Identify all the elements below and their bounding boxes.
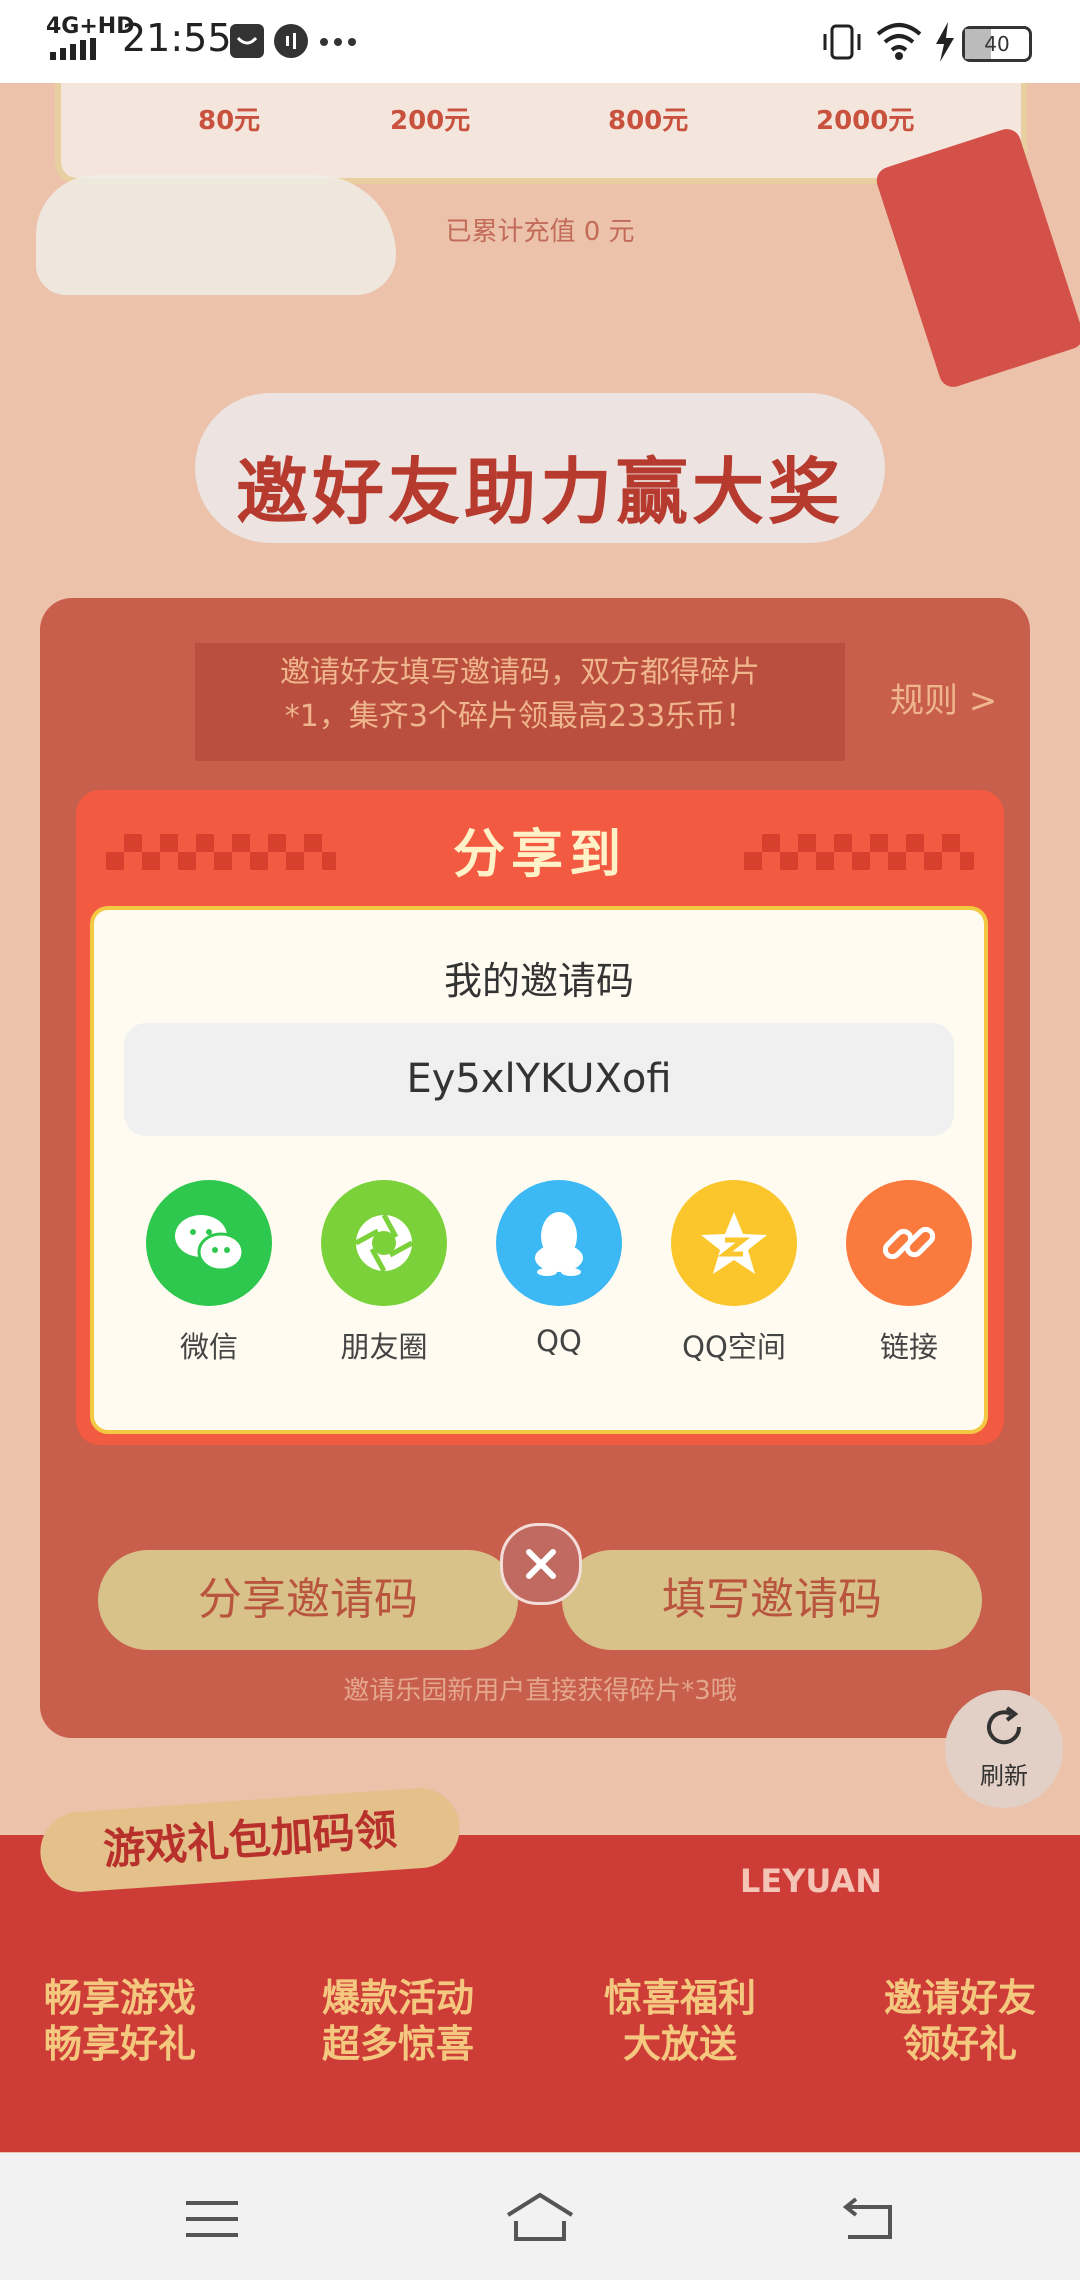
share-dialog: 分享到 我的邀请码 Ey5xlYKUXofi 微信 朋友圈 QQ QQ空间 链接 — [76, 790, 1004, 1445]
vibrate-icon — [823, 24, 861, 60]
audio-icon — [274, 24, 308, 58]
notification-icon — [230, 24, 264, 58]
wechat-icon — [146, 1180, 272, 1306]
share-label: QQ — [536, 1324, 582, 1358]
clock: 21:55 — [122, 16, 232, 60]
status-bar: 4G+HD 21:55 40 — [0, 0, 1080, 83]
home-icon[interactable] — [504, 2191, 576, 2243]
share-qzone-button[interactable]: QQ空间 — [669, 1180, 799, 1366]
battery-icon: 40 — [962, 26, 1032, 62]
signal-icon — [50, 38, 96, 60]
charging-icon — [936, 22, 954, 62]
share-label: 朋友圈 — [340, 1330, 428, 1364]
share-label: QQ空间 — [682, 1330, 786, 1364]
link-icon — [846, 1180, 972, 1306]
menu-icon[interactable] — [186, 2199, 238, 2239]
qq-icon — [496, 1180, 622, 1306]
wifi-icon — [876, 23, 922, 60]
share-label: 链接 — [879, 1330, 938, 1364]
moments-icon — [321, 1180, 447, 1306]
invite-code-field[interactable]: Ey5xlYKUXofi — [124, 1023, 954, 1136]
dialog-content: 我的邀请码 Ey5xlYKUXofi 微信 朋友圈 QQ QQ空间 链接 — [90, 906, 988, 1434]
navigation-bar — [0, 2153, 1080, 2280]
share-wechat-button[interactable]: 微信 — [144, 1180, 274, 1366]
back-icon[interactable] — [842, 2195, 894, 2241]
dialog-title: 分享到 — [452, 825, 627, 885]
share-link-button[interactable]: 链接 — [844, 1180, 974, 1366]
share-label: 微信 — [179, 1330, 238, 1364]
battery-level: 40 — [984, 32, 1010, 56]
close-icon — [526, 1549, 556, 1579]
share-moments-button[interactable]: 朋友圈 — [319, 1180, 449, 1366]
close-button[interactable] — [500, 1523, 582, 1605]
invite-code-label: 我的邀请码 — [443, 959, 634, 1003]
share-qq-button[interactable]: QQ — [494, 1180, 624, 1358]
more-icon — [320, 38, 356, 46]
qzone-icon — [671, 1180, 797, 1306]
